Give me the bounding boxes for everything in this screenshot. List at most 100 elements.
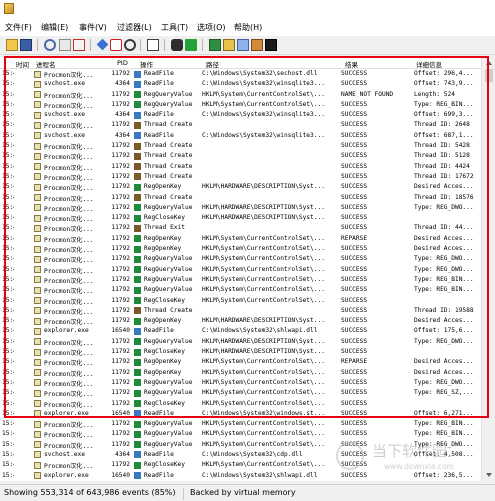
- table-row[interactable]: 15:4...Procmon汉化...11792RegOpenKeyHKLM\S…: [0, 357, 481, 367]
- column-result[interactable]: 结果: [345, 59, 358, 69]
- table-row[interactable]: 15:4...explorer.exe16540ReadFileC:\Windo…: [0, 409, 481, 419]
- table-row[interactable]: 15:4...Procmon汉化...11792Thread CreateSUC…: [0, 162, 481, 172]
- save-icon[interactable]: [20, 39, 32, 51]
- cell-result: SUCCESS: [341, 70, 411, 77]
- run-icon[interactable]: [185, 39, 197, 51]
- table-row[interactable]: 15:4...Procmon汉化...11792RegQueryValueHKL…: [0, 254, 481, 264]
- column-pid[interactable]: PID: [117, 59, 128, 67]
- file-activity-icon[interactable]: [223, 39, 235, 51]
- column-time[interactable]: 时间: [16, 59, 29, 69]
- table-row[interactable]: 15:4...explorer.exe16540ReadFileC:\Windo…: [0, 326, 481, 336]
- cell-process-name: svchost.exe: [44, 132, 104, 139]
- table-row[interactable]: 15:4...Procmon汉化...11792RegOpenKeyHKLM\S…: [0, 234, 481, 244]
- table-row[interactable]: 15:4...Procmon汉化...11792RegCloseKeyHKLM\…: [0, 399, 481, 409]
- scroll-up-icon[interactable]: [486, 61, 492, 65]
- table-row[interactable]: 15:4...Procmon汉化...11792RegQueryValueHKL…: [0, 429, 481, 439]
- vertical-scrollbar[interactable]: [481, 57, 495, 481]
- network-activity-icon[interactable]: [237, 39, 249, 51]
- table-row[interactable]: 15:4...Procmon汉化...11792Thread CreateSUC…: [0, 172, 481, 182]
- profiling-activity-icon[interactable]: [265, 39, 277, 51]
- table-row[interactable]: 15:4...Procmon汉化...11792RegQueryValueHKL…: [0, 275, 481, 285]
- cell-time: 15:4...: [2, 441, 14, 448]
- table-row[interactable]: 15:4...Procmon汉化...11792RegQueryValueHKL…: [0, 419, 481, 429]
- cell-pid: 11792: [104, 101, 130, 108]
- table-row[interactable]: 15:4...Procmon汉化...11792Thread CreateSUC…: [0, 151, 481, 161]
- table-row[interactable]: 15:4...Procmon汉化...11792RegQueryValueHKL…: [0, 388, 481, 398]
- table-row[interactable]: 15:4...svchost.exe4364ReadFileC:\Windows…: [0, 131, 481, 141]
- scroll-thumb[interactable]: [485, 69, 493, 82]
- column-operation[interactable]: 操作: [140, 59, 153, 69]
- table-row[interactable]: 15:4...Procmon汉化...11792RegQueryValueHKL…: [0, 100, 481, 110]
- table-row[interactable]: 15:4...Procmon汉化...11792RegOpenKeyHKLM\H…: [0, 182, 481, 192]
- autoscroll-icon[interactable]: [59, 39, 71, 51]
- highlight-icon[interactable]: [110, 39, 122, 51]
- cell-pid: 11792: [104, 91, 130, 98]
- operation-icon: [134, 163, 141, 170]
- cell-process-name: explorer.exe: [44, 472, 104, 479]
- cell-path: HKLM\System\CurrentControlSet\...: [202, 101, 338, 108]
- cell-operation: RegOpenKey: [144, 317, 200, 324]
- column-process-name[interactable]: 进程名: [36, 59, 56, 69]
- menu-options[interactable]: 选项(O): [197, 22, 226, 33]
- process-icon: [34, 204, 41, 211]
- table-row[interactable]: 15:4...Procmon汉化...11792Thread CreateSUC…: [0, 306, 481, 316]
- magnifier-icon[interactable]: [44, 39, 56, 51]
- table-row[interactable]: 15:4...Procmon汉化...11792RegCloseKeyHKLM\…: [0, 213, 481, 223]
- table-row[interactable]: 15:4...Procmon汉化...11792RegCloseKeyHKLM\…: [0, 296, 481, 306]
- operation-icon: [134, 173, 141, 180]
- table-row[interactable]: 15:4...Procmon汉化...11792Thread CreateSUC…: [0, 141, 481, 151]
- column-detail[interactable]: 详细信息: [416, 59, 442, 69]
- cell-result: SUCCESS: [341, 379, 411, 386]
- table-row[interactable]: 15:4...Procmon汉化...11792Thread CreateSUC…: [0, 193, 481, 203]
- process-icon: [34, 266, 41, 273]
- menu-file[interactable]: 文件(F): [5, 22, 32, 33]
- menu-tools[interactable]: 工具(T): [161, 22, 188, 33]
- cell-detail: Thread ID: 5128: [414, 152, 480, 159]
- table-row[interactable]: 15:4...Procmon汉化...11792RegOpenKeyHKLM\S…: [0, 244, 481, 254]
- target-icon[interactable]: [124, 39, 136, 51]
- menu-event[interactable]: 事件(V): [79, 22, 107, 33]
- table-row[interactable]: 15:4...svchost.exe4364ReadFileC:\Windows…: [0, 110, 481, 120]
- cell-pid: 11792: [104, 297, 130, 304]
- process-icon: [34, 472, 41, 479]
- table-row[interactable]: 15:4...Procmon汉化...11792ReadFileC:\Windo…: [0, 69, 481, 79]
- table-row[interactable]: 15:4...Procmon汉化...11792Thread CreateSUC…: [0, 120, 481, 130]
- table-row[interactable]: 15:4...Procmon汉化...11792RegQueryValueHKL…: [0, 90, 481, 100]
- event-list[interactable]: 时间 进程名 PID 操作 路径 结果 详细信息 15:4...Procmon汉…: [0, 57, 495, 481]
- event-count-status: Showing 553,314 of 643,986 events (85%): [4, 488, 176, 497]
- filter-icon[interactable]: [97, 39, 109, 51]
- scroll-down-icon[interactable]: [486, 473, 492, 477]
- menu-edit[interactable]: 编辑(E): [41, 22, 68, 33]
- table-row[interactable]: 15:4...Procmon汉化...11792RegQueryValueHKL…: [0, 285, 481, 295]
- operation-icon: [134, 441, 141, 448]
- cell-operation: RegQueryValue: [144, 266, 200, 273]
- process-activity-icon[interactable]: [251, 39, 263, 51]
- table-row[interactable]: 15:4...Procmon汉化...11792Thread ExitSUCCE…: [0, 223, 481, 233]
- table-row[interactable]: 15:4...Procmon汉化...11792RegQueryValueHKL…: [0, 337, 481, 347]
- open-icon[interactable]: [6, 39, 18, 51]
- cell-operation: Thread Exit: [144, 224, 200, 231]
- cell-detail: Type: REG_BIN...: [414, 286, 480, 293]
- cell-time: 15:4...: [2, 132, 14, 139]
- table-row[interactable]: 15:4...svchost.exe4364ReadFileC:\Windows…: [0, 79, 481, 89]
- cell-pid: 4364: [104, 132, 130, 139]
- clear-icon[interactable]: [73, 39, 85, 51]
- table-row[interactable]: 15:4...Procmon汉化...11792RegQueryValueHKL…: [0, 265, 481, 275]
- table-row[interactable]: 15:4...Procmon汉化...11792RegOpenKeyHKLM\S…: [0, 368, 481, 378]
- table-row[interactable]: 15:4...Procmon汉化...11792RegQueryValueHKL…: [0, 203, 481, 213]
- menu-filter[interactable]: 过滤器(L): [117, 22, 152, 33]
- table-row[interactable]: 15:4...Procmon汉化...11792RegOpenKeyHKLM\H…: [0, 316, 481, 326]
- process-icon: [34, 101, 41, 108]
- menu-help[interactable]: 帮助(H): [234, 22, 262, 33]
- cell-process-name: Procmon汉化...: [44, 358, 104, 367]
- cell-operation: RegQueryValue: [144, 255, 200, 262]
- find-icon[interactable]: [171, 39, 183, 51]
- jump-icon[interactable]: [147, 39, 159, 51]
- column-path[interactable]: 路径: [206, 59, 219, 69]
- table-row[interactable]: 15:4...Procmon汉化...11792RegQueryValueHKL…: [0, 378, 481, 388]
- table-row[interactable]: 15:4...Procmon汉化...11792RegCloseKeyHKLM\…: [0, 347, 481, 357]
- cell-path: C:\Windows\System32\shlwapi.dll: [202, 327, 338, 334]
- process-icon: [34, 173, 41, 180]
- registry-activity-icon[interactable]: [209, 39, 221, 51]
- cell-time: 15:4...: [2, 327, 14, 334]
